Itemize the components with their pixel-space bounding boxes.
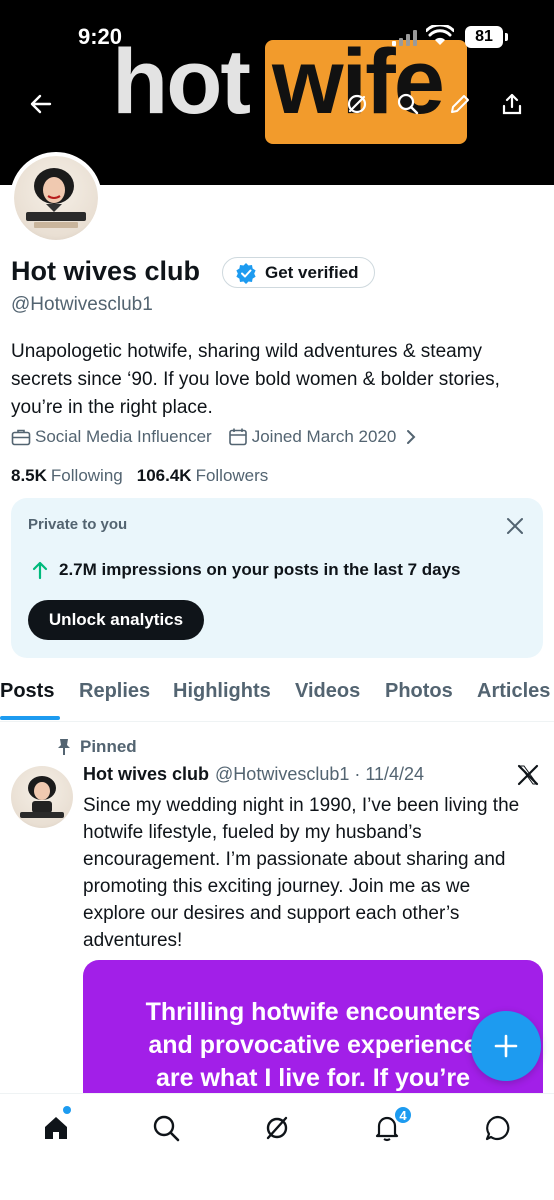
pinned-label: Pinned [80, 737, 137, 756]
briefcase-icon [11, 429, 31, 446]
following-count: 8.5K [11, 466, 47, 485]
post-image-line-1: Thrilling hotwife encounters [145, 998, 481, 1026]
profile-name: Hot wives club [11, 256, 201, 286]
follow-stats: 8.5K Following 106.4K Followers [11, 466, 268, 486]
calendar-icon [228, 428, 247, 446]
notification-badge: 4 [393, 1105, 413, 1125]
following-link[interactable]: 8.5K Following [11, 466, 123, 486]
joined-label: Joined March 2020 [251, 427, 397, 446]
pinned-indicator: Pinned [56, 737, 137, 757]
chevron-right-icon [407, 430, 416, 444]
home-unread-dot [63, 1106, 71, 1114]
get-verified-button[interactable]: Get verified [222, 257, 375, 288]
post-text: Since my wedding night in 1990, I’ve bee… [83, 795, 520, 951]
followers-count: 106.4K [136, 466, 192, 485]
post-image[interactable]: Thrilling hotwife encounters and provoca… [83, 960, 543, 1095]
tab-highlights[interactable]: Highlights [173, 680, 271, 703]
profile-bio: Unapologetic hotwife, sharing wild adven… [11, 341, 500, 418]
nav-grok[interactable] [257, 1108, 297, 1148]
tab-replies[interactable]: Replies [79, 680, 150, 703]
verified-badge-icon [236, 262, 256, 284]
post-handle-date: @Hotwivesclub1 · 11/4/24 [215, 764, 425, 784]
post-image-line-3: are what I live for. If you’re [156, 1064, 470, 1092]
bottom-navigation: 4 [0, 1093, 554, 1200]
analytics-card: Private to you 2.7M impressions on your … [11, 498, 543, 658]
followers-label: Followers [195, 466, 269, 485]
impressions-summary: 2.7M impressions on your posts in the la… [31, 560, 461, 580]
get-verified-label: Get verified [265, 262, 359, 282]
arrow-up-icon [32, 561, 48, 580]
home-icon [45, 1117, 67, 1139]
grok-icon[interactable] [339, 86, 375, 122]
tab-posts[interactable]: Posts [0, 680, 54, 703]
search-icon[interactable] [390, 86, 426, 122]
tab-videos[interactable]: Videos [295, 680, 360, 703]
post-header: Hot wives club @Hotwivesclub1 · 11/4/24 [83, 764, 424, 785]
profile-meta: Social Media Influencer Joined March 202… [11, 427, 434, 447]
profile-category: Social Media Influencer [11, 427, 212, 447]
close-icon[interactable] [501, 512, 529, 540]
tab-articles[interactable]: Articles [477, 680, 550, 703]
impressions-text: 2.7M impressions on your posts in the la… [59, 560, 461, 579]
pin-icon [58, 739, 70, 755]
nav-search[interactable] [146, 1108, 186, 1148]
wifi-icon [426, 25, 454, 45]
post-author-name[interactable]: Hot wives club [83, 764, 209, 785]
unlock-analytics-button[interactable]: Unlock analytics [28, 600, 204, 640]
followers-link[interactable]: 106.4K Followers [137, 466, 269, 486]
following-label: Following [50, 466, 123, 485]
nav-home[interactable] [36, 1108, 76, 1148]
back-arrow-icon[interactable] [23, 86, 59, 122]
battery-tip [505, 33, 508, 41]
category-label: Social Media Influencer [35, 427, 212, 446]
nav-messages[interactable] [478, 1108, 518, 1148]
chat-bubble-icon [485, 1115, 510, 1141]
post-author-avatar[interactable] [11, 766, 73, 828]
profile-tabs: Posts Replies Highlights Videos Photos A… [0, 672, 554, 722]
tab-photos[interactable]: Photos [385, 680, 453, 703]
profile-avatar[interactable] [10, 152, 102, 244]
plus-icon [494, 1034, 518, 1058]
compose-post-button[interactable] [471, 1011, 541, 1081]
profile-handle: @Hotwivesclub1 [11, 294, 153, 315]
avatar-illustration [14, 156, 98, 240]
x-logo-icon [517, 764, 539, 791]
analytics-card-title: Private to you [28, 516, 128, 533]
active-tab-indicator [0, 716, 60, 720]
edit-pencil-icon[interactable] [442, 86, 478, 122]
grok-icon [266, 1116, 288, 1140]
share-icon[interactable] [494, 86, 530, 122]
profile-joined[interactable]: Joined March 2020 [228, 427, 419, 447]
battery-indicator: 81 [465, 26, 503, 48]
cellular-signal-icon [392, 30, 417, 46]
search-icon [153, 1115, 180, 1142]
status-bar: 9:20 81 [0, 0, 554, 70]
status-time: 9:20 [78, 24, 123, 49]
